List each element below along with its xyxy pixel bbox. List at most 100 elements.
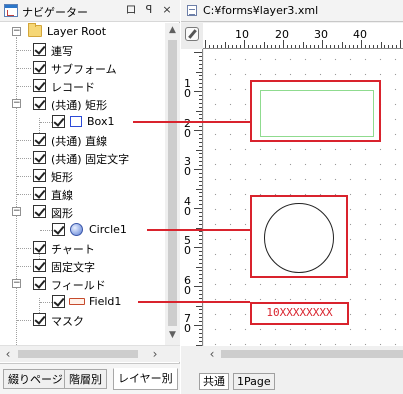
circle1-object[interactable] bbox=[250, 195, 348, 278]
tab-binder-pages[interactable]: 綴りページ bbox=[3, 369, 68, 389]
ruler-corner[interactable] bbox=[181, 23, 203, 49]
tree-item-layer[interactable]: 矩形 bbox=[0, 167, 165, 185]
tree-item-layer[interactable]: チャート bbox=[0, 239, 165, 257]
collapse-icon[interactable]: − bbox=[12, 279, 21, 288]
ruler-tick bbox=[283, 40, 284, 48]
ruler-tick bbox=[388, 45, 390, 48]
tab-by-layer[interactable]: レイヤー別 bbox=[113, 368, 178, 390]
ruler-tick bbox=[199, 293, 202, 295]
tree-item-label: 図形 bbox=[51, 207, 73, 220]
tree-item-label: Circle1 bbox=[89, 223, 127, 236]
ruler-tick bbox=[244, 40, 245, 48]
tree-line bbox=[17, 140, 31, 141]
vertical-ruler: 1 0 2 0 3 0 4 0 5 0 6 0 7 0 bbox=[181, 49, 203, 346]
ruler-tick bbox=[357, 45, 359, 48]
ruler-tick bbox=[263, 42, 265, 48]
close-button[interactable]: × bbox=[160, 3, 174, 17]
ruler-tick bbox=[199, 184, 202, 186]
tree-item-layer[interactable]: − (共通) 矩形 bbox=[0, 95, 165, 113]
tree-item-layer[interactable]: 直線 bbox=[0, 185, 165, 203]
tree-horizontal-scrollbar[interactable]: ‹ › bbox=[0, 345, 180, 362]
pen-icon[interactable] bbox=[185, 27, 199, 41]
layer-checkbox[interactable] bbox=[33, 313, 46, 326]
scroll-left-icon[interactable]: ‹ bbox=[205, 346, 219, 362]
tree-vertical-scrollbar[interactable]: ▲ ▼ bbox=[165, 23, 180, 345]
layer-checkbox[interactable] bbox=[33, 79, 46, 92]
editor-horizontal-scrollbar[interactable]: ‹ bbox=[203, 346, 403, 363]
layer-checkbox[interactable] bbox=[33, 187, 46, 200]
ruler-tick bbox=[196, 110, 202, 112]
ruler-tick bbox=[310, 45, 312, 48]
tab-1page[interactable]: 1Page bbox=[233, 373, 275, 390]
collapse-icon[interactable]: − bbox=[12, 207, 21, 216]
tree-item-layer[interactable]: サブフォーム bbox=[0, 59, 165, 77]
ruler-tick bbox=[196, 227, 202, 229]
layer-checkbox[interactable] bbox=[33, 169, 46, 182]
ruler-tick bbox=[199, 165, 202, 167]
tree-item-layer[interactable]: (共通) 直線 bbox=[0, 131, 165, 149]
layer-checkbox[interactable] bbox=[33, 205, 46, 218]
folder-icon bbox=[28, 23, 42, 37]
scroll-thumb[interactable] bbox=[168, 40, 177, 326]
layer-checkbox[interactable] bbox=[33, 61, 46, 74]
object-checkbox[interactable] bbox=[52, 295, 65, 308]
ruler-tick bbox=[267, 45, 269, 48]
scroll-thumb[interactable] bbox=[18, 350, 138, 358]
layer-checkbox[interactable] bbox=[33, 277, 46, 290]
tab-by-hierarchy[interactable]: 階層別 bbox=[64, 369, 107, 389]
layer-checkbox[interactable] bbox=[33, 259, 46, 272]
object-checkbox[interactable] bbox=[52, 223, 65, 236]
layer-checkbox[interactable] bbox=[33, 97, 46, 110]
ruler-tick bbox=[275, 45, 277, 48]
field1-object[interactable]: 10XXXXXXXX bbox=[250, 302, 349, 325]
tab-common[interactable]: 共通 bbox=[199, 373, 229, 390]
ruler-tick bbox=[199, 317, 202, 319]
tree-item-field1[interactable]: Field1 bbox=[0, 293, 165, 311]
ruler-tick bbox=[196, 149, 202, 151]
layer-checkbox[interactable] bbox=[33, 43, 46, 56]
ruler-tick bbox=[194, 91, 202, 92]
tree-item-layer[interactable]: マスク bbox=[0, 311, 165, 329]
ruler-tick bbox=[199, 278, 202, 280]
tree-item-label: 固定文字 bbox=[51, 261, 95, 274]
editor-panel: C:¥forms¥layer3.xml 10 20 30 40 1 0 2 0 … bbox=[181, 0, 403, 394]
collapse-icon[interactable]: − bbox=[12, 99, 21, 108]
tree-item-layer[interactable]: レコード bbox=[0, 77, 165, 95]
tree-item-layer[interactable]: − フィールド bbox=[0, 275, 165, 293]
layer-checkbox[interactable] bbox=[33, 241, 46, 254]
tree-item-layer-root[interactable]: − Layer Root bbox=[0, 23, 165, 41]
layer-tree[interactable]: − Layer Root 連写 サブフォーム レコード − (共通) 矩形 Bo… bbox=[0, 23, 165, 345]
restore-button[interactable]: ロ bbox=[124, 3, 138, 17]
tree-item-layer[interactable]: − 図形 bbox=[0, 203, 165, 221]
layer-checkbox[interactable] bbox=[33, 151, 46, 164]
ruler-tick bbox=[199, 59, 202, 61]
ruler-tick bbox=[199, 204, 202, 206]
pin-button[interactable]: ꟼ bbox=[142, 3, 156, 17]
tree-line bbox=[17, 68, 31, 69]
tree-item-label: (共通) 直線 bbox=[51, 135, 108, 148]
object-checkbox[interactable] bbox=[52, 115, 65, 128]
ruler-tick bbox=[194, 130, 202, 131]
tree-line bbox=[17, 194, 31, 195]
ruler-label: 3 0 bbox=[184, 155, 191, 178]
design-canvas[interactable]: 10XXXXXXXX bbox=[204, 49, 403, 346]
tree-item-layer[interactable]: 固定文字 bbox=[0, 257, 165, 275]
collapse-icon[interactable]: − bbox=[12, 27, 21, 36]
ruler-label: 20 bbox=[275, 28, 289, 41]
box1-object[interactable] bbox=[250, 80, 381, 142]
layer-checkbox[interactable] bbox=[33, 133, 46, 146]
ruler-label: 4 0 bbox=[184, 195, 191, 218]
tree-item-layer[interactable]: (共通) 固定文字 bbox=[0, 149, 165, 167]
scroll-down-icon[interactable]: ▼ bbox=[165, 328, 180, 343]
scroll-right-icon[interactable]: › bbox=[147, 346, 163, 362]
tree-item-box1[interactable]: Box1 bbox=[0, 113, 165, 131]
ruler-tick bbox=[199, 219, 202, 221]
editor-titlebar: C:¥forms¥layer3.xml bbox=[181, 0, 403, 22]
scroll-left-icon[interactable]: ‹ bbox=[0, 346, 16, 362]
tree-item-circle1[interactable]: Circle1 bbox=[0, 221, 165, 239]
scroll-thumb[interactable] bbox=[221, 350, 403, 358]
ruler-tick bbox=[199, 161, 202, 163]
tree-item-layer[interactable]: 連写 bbox=[0, 41, 165, 59]
scroll-up-icon[interactable]: ▲ bbox=[165, 23, 180, 38]
tree-item-label: マスク bbox=[51, 315, 84, 328]
